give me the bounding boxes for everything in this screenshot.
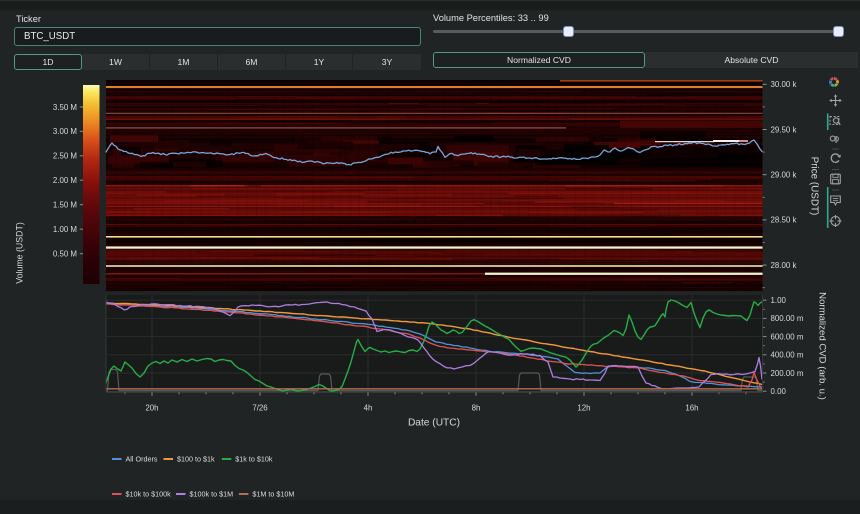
svg-text:Price (USDT): Price (USDT) — [809, 157, 820, 216]
svg-text:4h: 4h — [364, 404, 373, 413]
svg-text:1.50 M: 1.50 M — [53, 201, 77, 210]
svg-text:30.00 k: 30.00 k — [771, 80, 797, 89]
svg-text:600.00 m: 600.00 m — [771, 332, 804, 341]
svg-text:29.00 k: 29.00 k — [771, 171, 797, 180]
svg-text:28.00 k: 28.00 k — [771, 261, 797, 270]
svg-text:16h: 16h — [685, 404, 698, 413]
svg-text:3.00 M: 3.00 M — [53, 127, 77, 136]
svg-text:2.50 M: 2.50 M — [53, 152, 77, 161]
svg-text:3.50 M: 3.50 M — [53, 103, 77, 112]
svg-text:0.00: 0.00 — [771, 387, 787, 396]
svg-text:$1M to $10M: $1M to $10M — [252, 490, 294, 499]
svg-text:$1k to $10k: $1k to $10k — [235, 455, 273, 464]
svg-text:0.50 M: 0.50 M — [53, 250, 77, 259]
svg-text:200.00 m: 200.00 m — [771, 369, 804, 378]
svg-text:$10k to $100k: $10k to $100k — [126, 490, 172, 499]
svg-text:Date (UTC): Date (UTC) — [408, 418, 460, 429]
svg-text:1.00: 1.00 — [771, 296, 787, 305]
svg-text:Volume (USDT): Volume (USDT) — [14, 222, 24, 284]
svg-text:Normalized CVD (arb. u.): Normalized CVD (arb. u.) — [817, 292, 828, 400]
svg-text:28.50 k: 28.50 k — [771, 216, 797, 225]
svg-text:$100 to $1k: $100 to $1k — [177, 455, 215, 464]
svg-text:8h: 8h — [472, 404, 481, 413]
svg-text:1.00 M: 1.00 M — [53, 225, 77, 234]
svg-text:2.00 M: 2.00 M — [53, 176, 77, 185]
svg-text:400.00 m: 400.00 m — [771, 351, 804, 360]
svg-text:$100k to $1M: $100k to $1M — [190, 490, 234, 499]
svg-text:7/26: 7/26 — [252, 404, 268, 413]
svg-text:20h: 20h — [145, 404, 158, 413]
svg-text:All Orders: All Orders — [126, 455, 158, 464]
svg-text:12h: 12h — [577, 404, 590, 413]
svg-text:800.00 m: 800.00 m — [771, 314, 804, 323]
svg-text:29.50 k: 29.50 k — [771, 125, 797, 134]
